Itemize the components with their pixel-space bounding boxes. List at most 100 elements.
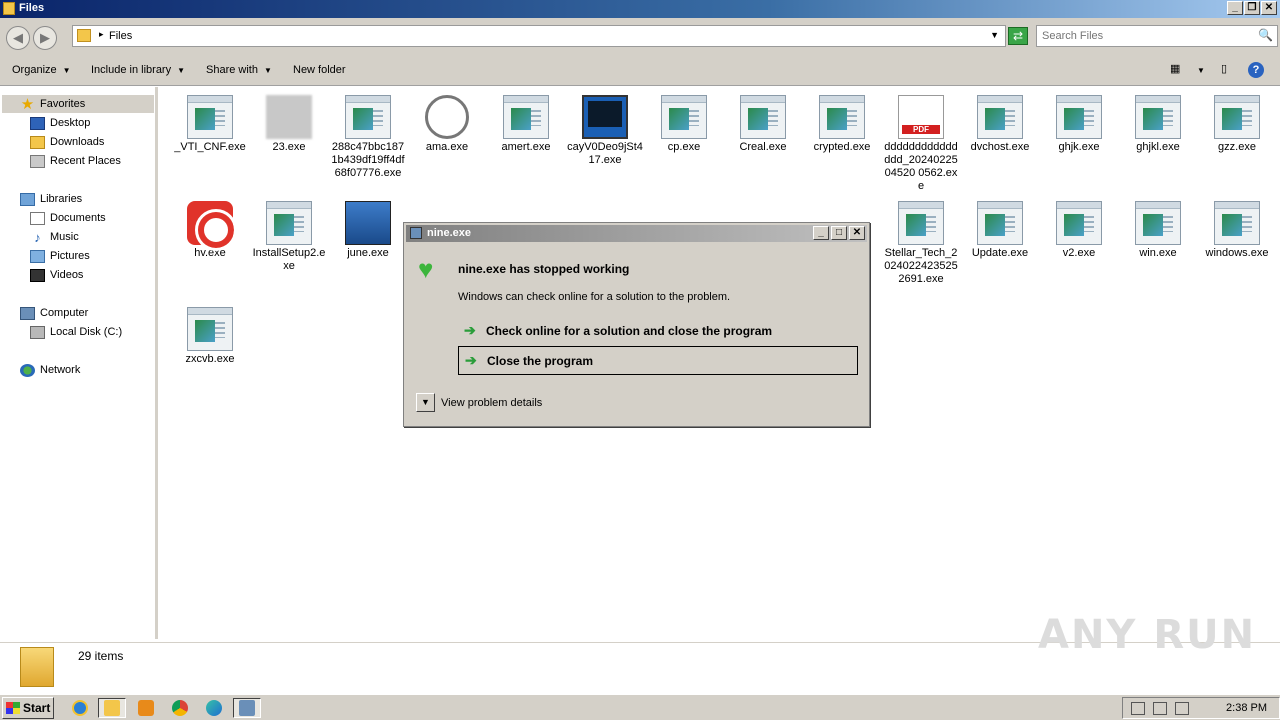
volume-icon[interactable]: [1131, 702, 1145, 715]
close-button[interactable]: ✕: [1261, 1, 1277, 15]
back-button[interactable]: ◀: [6, 26, 30, 50]
exe-icon: [1056, 95, 1102, 139]
error-dialog-taskbar-button[interactable]: [233, 698, 261, 718]
nav-local-disk[interactable]: Local Disk (C:): [30, 323, 122, 341]
minimize-button[interactable]: _: [1227, 1, 1243, 15]
file-item[interactable]: zxcvb.exe: [171, 299, 249, 366]
clock[interactable]: 2:38 PM: [1226, 702, 1267, 714]
nav-downloads[interactable]: Downloads: [30, 133, 104, 151]
file-item[interactable]: windows.exe: [1198, 193, 1276, 260]
window-titlebar[interactable]: Files _ ❐ ✕: [0, 0, 1280, 18]
arrow-right-icon: ➔: [465, 352, 477, 368]
chevron-down-icon[interactable]: ▼: [1197, 66, 1205, 75]
file-item[interactable]: ddddddddddddddd_2024022504520 0562.exe: [882, 87, 960, 193]
nav-videos[interactable]: Videos: [30, 266, 83, 284]
file-name: win.exe: [1139, 247, 1177, 259]
file-item[interactable]: cp.exe: [645, 87, 723, 154]
nav-pictures[interactable]: Pictures: [30, 247, 90, 265]
file-item[interactable]: Update.exe: [961, 193, 1039, 260]
error-dialog: nine.exe _ □ ✕ ♥ nine.exe has stopped wo…: [403, 222, 870, 427]
nav-recent-places[interactable]: Recent Places: [30, 152, 121, 170]
search-input[interactable]: [1037, 26, 1247, 46]
organize-label: Organize: [12, 64, 57, 76]
dialog-titlebar[interactable]: nine.exe _ □ ✕: [406, 225, 867, 242]
chevron-down-icon[interactable]: ▼: [990, 30, 999, 40]
heart-icon: ♥: [418, 254, 434, 284]
nav-label: Pictures: [50, 250, 90, 262]
file-item[interactable]: gzz.exe: [1198, 87, 1276, 154]
file-item[interactable]: 23.exe: [250, 87, 328, 154]
network-tray-icon[interactable]: [1153, 702, 1167, 715]
file-item[interactable]: Creal.exe: [724, 87, 802, 154]
file-item[interactable]: amert.exe: [487, 87, 565, 154]
breadcrumb[interactable]: Files: [109, 30, 132, 42]
refresh-button[interactable]: ⇄: [1008, 27, 1028, 45]
share-with-button[interactable]: Share with ▼: [206, 64, 272, 76]
help-icon[interactable]: ?: [1248, 62, 1264, 78]
app-icon: [410, 227, 422, 239]
hard-disk-icon: [30, 325, 45, 339]
file-item[interactable]: Stellar_Tech_20240224235252691.exe: [882, 193, 960, 286]
nav-computer[interactable]: Computer: [20, 304, 88, 322]
explorer-taskbar-button[interactable]: [98, 698, 126, 718]
view-details-toggle[interactable]: ▼ View problem details: [416, 393, 542, 412]
preview-pane-button[interactable]: ▯: [1221, 62, 1227, 75]
file-item[interactable]: crypted.exe: [803, 87, 881, 154]
new-folder-button[interactable]: New folder: [293, 64, 346, 76]
blurred-icon: [266, 95, 312, 139]
file-item[interactable]: InstallSetup2.exe: [250, 193, 328, 273]
nav-music[interactable]: ♪ Music: [30, 228, 78, 246]
chevron-down-icon: ▼: [263, 66, 272, 75]
nav-favorites[interactable]: ★ Favorites: [2, 95, 154, 113]
flag-icon[interactable]: [1175, 702, 1189, 715]
nav-network[interactable]: Network: [20, 361, 80, 379]
file-item[interactable]: v2.exe: [1040, 193, 1118, 260]
organize-button[interactable]: Organize ▼: [12, 64, 71, 76]
file-item[interactable]: ghjk.exe: [1040, 87, 1118, 154]
forward-button[interactable]: ▶: [33, 26, 57, 50]
address-bar[interactable]: ▸ Files ▼: [72, 25, 1006, 47]
file-item[interactable]: 288c47bbc1871b439df19ff4df68f07776.exe: [329, 87, 407, 180]
file-item[interactable]: cayV0Deo9jSt417.exe: [566, 87, 644, 167]
chrome-icon[interactable]: [166, 698, 194, 718]
include-in-library-button[interactable]: Include in library ▼: [91, 64, 185, 76]
search-icon[interactable]: 🔍: [1257, 28, 1274, 44]
watermark-logo: ANY RUN: [1038, 612, 1257, 658]
file-name: gzz.exe: [1218, 141, 1256, 153]
start-button[interactable]: Start: [2, 697, 54, 719]
dialog-minimize-button[interactable]: _: [813, 226, 829, 240]
documents-icon: [30, 211, 45, 225]
file-name: ghjk.exe: [1058, 141, 1100, 153]
chevron-down-icon: ▼: [62, 66, 71, 75]
exe-icon: [977, 95, 1023, 139]
dialog-maximize-button[interactable]: □: [831, 226, 847, 240]
file-item[interactable]: ama.exe: [408, 87, 486, 154]
file-name: Stellar_Tech_20240224235252691.exe: [884, 247, 958, 285]
change-view-button[interactable]: ▦: [1170, 62, 1180, 75]
file-name: windows.exe: [1205, 247, 1269, 259]
breadcrumb-separator-icon: ▸: [99, 29, 104, 39]
chevron-down-icon[interactable]: ▼: [416, 393, 435, 412]
file-item[interactable]: dvchost.exe: [961, 87, 1039, 154]
nav-documents[interactable]: Documents: [30, 209, 106, 227]
file-item[interactable]: _VTI_CNF.exe: [171, 87, 249, 154]
nav-desktop[interactable]: Desktop: [30, 114, 90, 132]
media-player-icon[interactable]: [132, 698, 160, 718]
file-name: zxcvb.exe: [185, 353, 235, 365]
file-item[interactable]: june.exe: [329, 193, 407, 260]
close-program-option[interactable]: ➔ Close the program: [458, 346, 858, 375]
navigation-pane: ★ Favorites Desktop Downloads Recent Plac…: [0, 87, 158, 639]
check-online-option[interactable]: ➔ Check online for a solution and close t…: [458, 316, 858, 345]
internet-explorer-icon[interactable]: [66, 698, 94, 718]
file-item[interactable]: ghjkl.exe: [1119, 87, 1197, 154]
file-item[interactable]: hv.exe: [171, 193, 249, 260]
edge-icon[interactable]: [200, 698, 228, 718]
restore-button[interactable]: ❐: [1244, 1, 1260, 15]
file-item[interactable]: win.exe: [1119, 193, 1197, 260]
exe-icon: [187, 307, 233, 351]
nav-label: Downloads: [50, 136, 105, 148]
dialog-close-button[interactable]: ✕: [849, 226, 865, 240]
nav-libraries[interactable]: Libraries: [20, 190, 82, 208]
nav-label: Network: [40, 364, 81, 376]
exe-icon: [819, 95, 865, 139]
